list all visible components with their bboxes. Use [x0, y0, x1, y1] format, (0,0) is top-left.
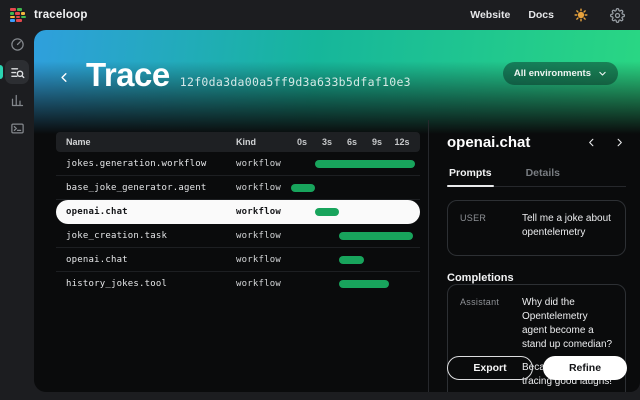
table-row[interactable]: openai.chat workflow: [56, 200, 420, 224]
span-table-rows: jokes.generation.workflowworkflowbase_jo…: [56, 152, 420, 296]
span-kind: workflow: [236, 231, 281, 241]
detail-tabs: Prompts Details: [447, 163, 626, 187]
prompt-text: Tell me a joke about opentelemetry: [522, 212, 613, 244]
table-row[interactable]: joke_creation.task workflow: [56, 224, 420, 248]
refine-button[interactable]: Refine: [543, 356, 627, 380]
table-row[interactable]: jokes.generation.workflow workflow: [56, 152, 420, 176]
column-name: Name: [66, 137, 91, 147]
sidebar-nav: [0, 30, 34, 392]
trace-gradient-header: Trace 12f0da3da00a5ff9d3a633b5dfaf10e3 A…: [34, 30, 640, 134]
span-table-header: Name Kind 0s 3s 6s 9s 12s: [56, 132, 420, 152]
detail-title: openai.chat: [447, 134, 530, 151]
span-duration-bar: [315, 160, 415, 168]
brand[interactable]: traceloop: [10, 8, 88, 21]
span-table: Name Kind 0s 3s 6s 9s 12s jokes.generation.w…: [56, 132, 420, 296]
website-link[interactable]: Website: [470, 9, 510, 21]
chevron-left-icon: [586, 137, 597, 148]
prompt-role-label: USER: [460, 212, 522, 244]
span-name: openai.chat: [66, 207, 128, 217]
chevron-right-icon: [614, 137, 625, 148]
gauge-icon: [10, 37, 25, 52]
trace-search-icon: [10, 65, 25, 80]
environment-selector[interactable]: All environments: [503, 62, 618, 85]
span-name: base_joke_generator.agent: [66, 183, 206, 193]
sidebar-item-dashboard[interactable]: [0, 30, 34, 58]
table-row[interactable]: openai.chat workflow: [56, 248, 420, 272]
span-duration-bar: [339, 256, 364, 264]
span-duration-track: [290, 200, 418, 224]
sidebar-active-indicator: [0, 65, 3, 79]
span-kind: workflow: [236, 279, 281, 289]
span-name: jokes.generation.workflow: [66, 159, 206, 169]
span-detail-panel: openai.chat Prompts Details USER Tell me…: [428, 120, 640, 392]
tab-prompts[interactable]: Prompts: [447, 163, 494, 186]
completions-heading: Completions: [447, 272, 626, 284]
prev-span-button[interactable]: [584, 136, 598, 150]
span-duration-bar: [291, 184, 315, 192]
docs-link[interactable]: Docs: [528, 9, 554, 21]
theme-sun-icon[interactable]: [572, 6, 590, 24]
tab-details[interactable]: Details: [524, 163, 562, 186]
top-bar: traceloop Website Docs: [0, 0, 640, 30]
table-row[interactable]: base_joke_generator.agent workflow: [56, 176, 420, 200]
span-kind: workflow: [236, 183, 281, 193]
sidebar-item-console[interactable]: [0, 114, 34, 142]
span-kind: workflow: [236, 255, 281, 265]
next-span-button[interactable]: [612, 136, 626, 150]
axis-tick: 6s: [347, 137, 357, 147]
axis-tick: 12s: [394, 137, 409, 147]
span-kind: workflow: [236, 159, 281, 169]
export-button[interactable]: Export: [447, 356, 533, 380]
axis-tick: 9s: [372, 137, 382, 147]
span-duration-bar: [315, 208, 339, 216]
span-duration-track: [290, 248, 418, 271]
span-duration-track: [290, 152, 418, 175]
bar-chart-icon: [10, 93, 25, 108]
span-duration-track: [290, 272, 418, 296]
chevron-down-icon: [598, 69, 607, 78]
brand-name: traceloop: [34, 9, 88, 21]
span-duration-bar: [339, 280, 389, 288]
axis-tick: 3s: [322, 137, 332, 147]
trace-id: 12f0da3da00a5ff9d3a633b5dfaf10e3: [180, 75, 411, 89]
main-panel: Trace 12f0da3da00a5ff9d3a633b5dfaf10e3 A…: [34, 30, 640, 392]
span-name: joke_creation.task: [66, 231, 167, 241]
axis-tick: 0s: [297, 137, 307, 147]
environment-selector-label: All environments: [514, 68, 591, 79]
span-duration-track: [290, 224, 418, 247]
span-duration-track: [290, 176, 418, 199]
back-chevron-icon[interactable]: [58, 71, 71, 84]
column-kind: Kind: [236, 137, 256, 147]
span-duration-bar: [339, 232, 413, 240]
sidebar-item-analytics[interactable]: [0, 86, 34, 114]
table-row[interactable]: history_jokes.tool workflow: [56, 272, 420, 296]
span-kind: workflow: [236, 207, 281, 217]
span-name: openai.chat: [66, 255, 128, 265]
page-title: Trace: [86, 56, 170, 94]
sidebar-item-traces[interactable]: [0, 58, 34, 86]
traceloop-logo-icon: [10, 8, 27, 21]
prompt-message: USER Tell me a joke about opentelemetry: [447, 200, 626, 256]
timeline-axis: 0s 3s 6s 9s 12s: [290, 132, 418, 152]
span-name: history_jokes.tool: [66, 279, 167, 289]
settings-gear-icon[interactable]: [608, 6, 626, 24]
console-icon: [10, 121, 25, 136]
